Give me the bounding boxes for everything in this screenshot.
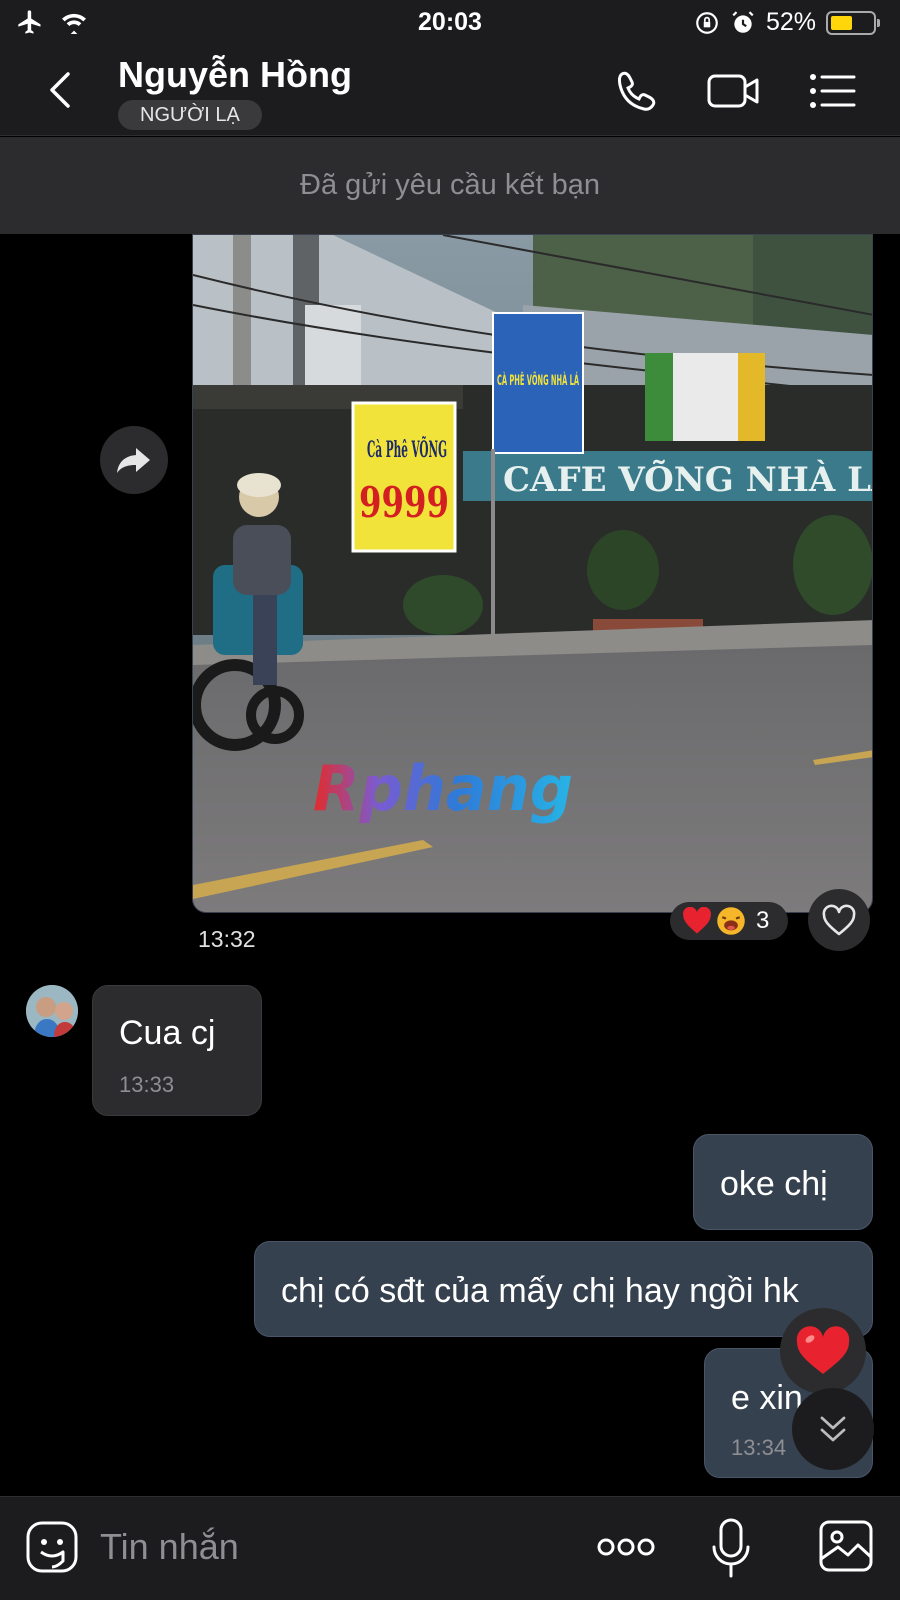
sticker-icon[interactable] (24, 1519, 80, 1575)
heart-reaction-icon (683, 907, 711, 934)
reaction-count: 3 (756, 907, 770, 934)
scroll-to-bottom-button[interactable] (792, 1388, 874, 1470)
quick-heart-button[interactable] (780, 1308, 866, 1394)
incoming-message[interactable]: Cua cj 13:33 (92, 985, 262, 1116)
message-input[interactable] (100, 1517, 560, 1577)
message-text: oke chị (720, 1165, 828, 1203)
contact-name[interactable]: Nguyễn Hồng (118, 54, 352, 96)
vong-sign-text: Cà Phê VÕNG (367, 436, 447, 463)
share-icon (117, 448, 150, 473)
back-icon[interactable] (42, 68, 82, 112)
double-chevron-down-icon (820, 1416, 846, 1442)
alarm-icon (732, 10, 754, 33)
stranger-badge: NGƯỜI LẠ (118, 100, 262, 130)
battery-level (831, 15, 852, 30)
battery-icon (826, 10, 880, 35)
laughing-reaction-icon (717, 907, 745, 935)
message-text: chị có sđt của mấy chị hay ngồi hk (281, 1272, 799, 1310)
avatar-photo (26, 985, 78, 1037)
avatar[interactable] (26, 985, 78, 1037)
blue-sign-text: CÀ PHÊ VÕNG NHÀ LÁ (497, 371, 579, 389)
menu-icon[interactable] (806, 68, 860, 114)
outgoing-message[interactable]: oke chị (693, 1134, 873, 1230)
battery-percent: 52% (765, 8, 816, 36)
price-sign-text: 9999 (359, 478, 449, 527)
shop-street-photo: CAFE VÕNG NHÀ LÁ Cà Phê VÕNG 9999 CÀ PHÊ… (193, 235, 873, 912)
more-icon[interactable] (596, 1533, 656, 1561)
watermark-text: Rphang (313, 752, 573, 825)
photo-timestamp: 13:32 (198, 926, 256, 952)
message-time: 13:33 (119, 1072, 175, 1097)
heart-outline-icon (822, 904, 856, 936)
heart-icon (796, 1326, 850, 1374)
react-button[interactable] (808, 889, 870, 951)
message-text: Cua cj (119, 1014, 216, 1052)
photo-message[interactable]: CAFE VÕNG NHÀ LÁ Cà Phê VÕNG 9999 CÀ PHÊ… (192, 234, 873, 913)
microphone-icon[interactable] (710, 1517, 752, 1579)
video-call-icon[interactable] (706, 68, 760, 114)
reaction-summary[interactable]: 3 (670, 902, 788, 940)
chat-header: Nguyễn Hồng NGƯỜI LẠ (0, 44, 900, 136)
banner-sign-text: CAFE VÕNG NHÀ LÁ (503, 459, 873, 500)
status-bar: 20:03 52% (0, 0, 900, 44)
rotation-lock-icon (696, 11, 718, 34)
phone-icon[interactable] (610, 68, 664, 114)
share-button[interactable] (100, 426, 168, 494)
input-bar (0, 1496, 900, 1600)
gallery-icon[interactable] (818, 1519, 874, 1573)
message-time: 13:34 (731, 1435, 787, 1460)
friend-request-banner: Đã gửi yêu cầu kết bạn (0, 137, 900, 234)
